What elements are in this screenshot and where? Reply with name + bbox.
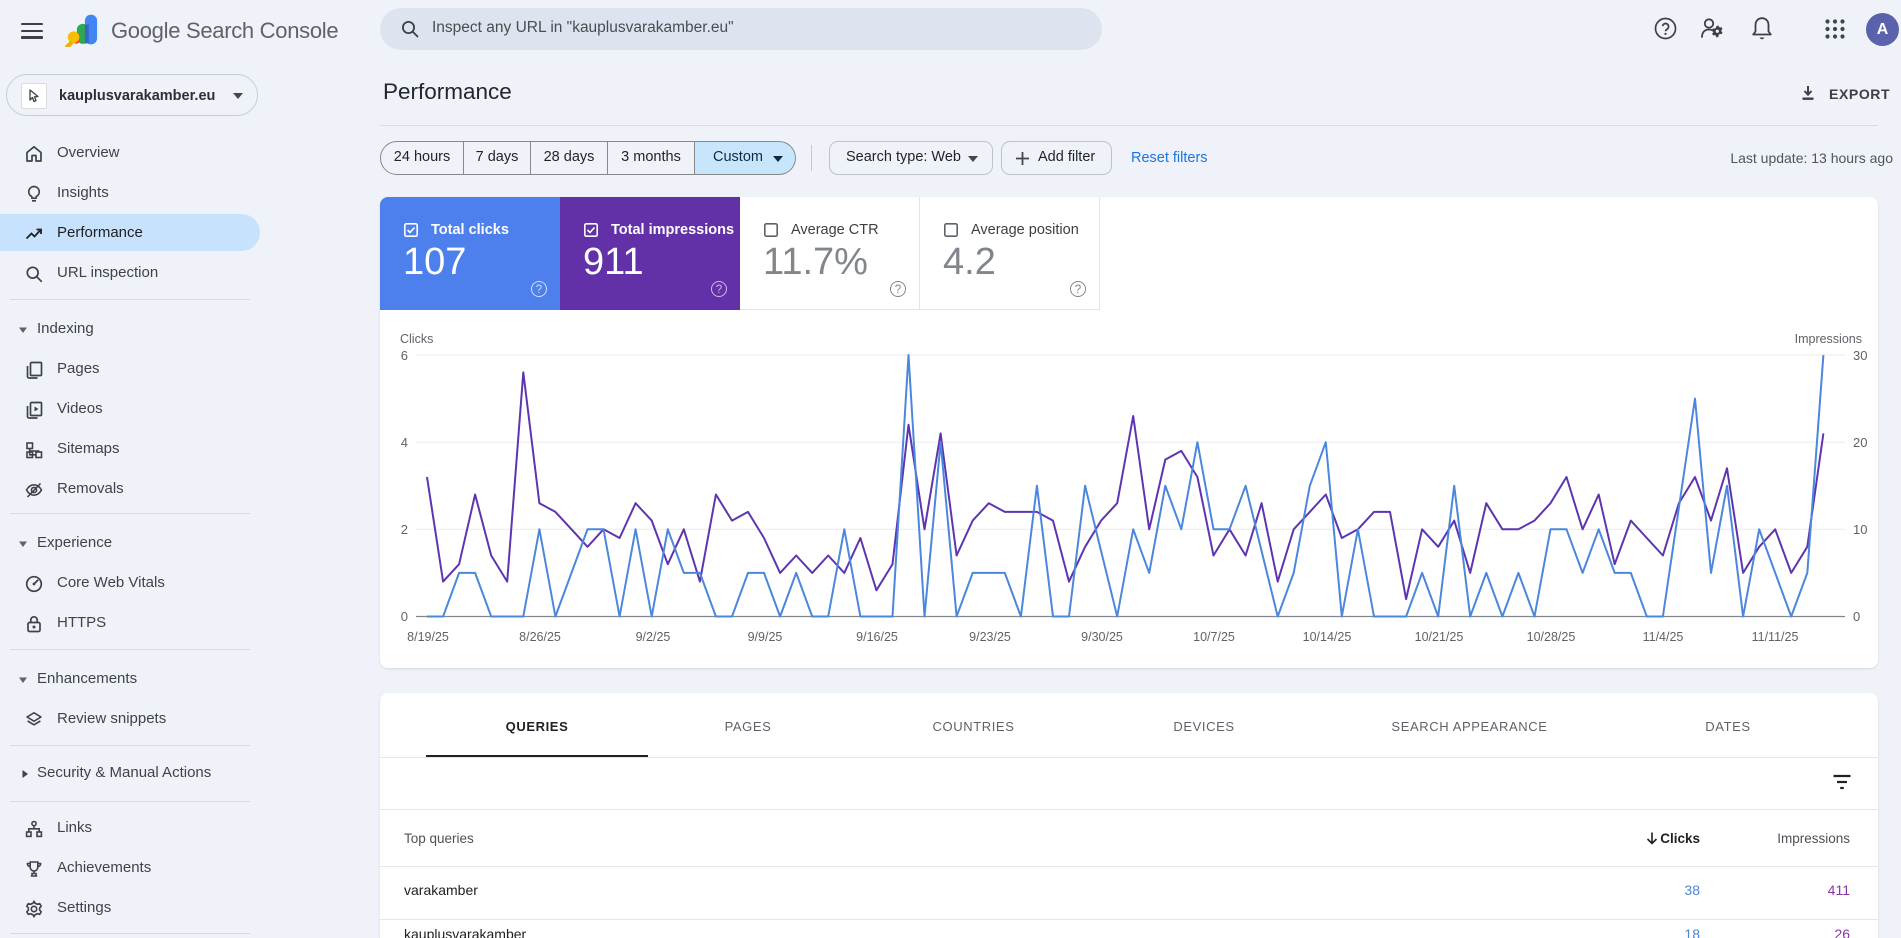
- svg-text:4: 4: [401, 435, 408, 450]
- svg-text:2: 2: [401, 522, 408, 537]
- svg-text:20: 20: [1853, 435, 1867, 450]
- svg-text:11/11/25: 11/11/25: [1752, 630, 1799, 644]
- svg-text:10/14/25: 10/14/25: [1303, 630, 1352, 644]
- svg-text:0: 0: [401, 609, 408, 624]
- svg-text:Clicks: Clicks: [400, 332, 433, 346]
- svg-text:8/19/25: 8/19/25: [407, 630, 449, 644]
- svg-text:10/7/25: 10/7/25: [1193, 630, 1235, 644]
- svg-text:8/26/25: 8/26/25: [519, 630, 561, 644]
- svg-text:9/9/25: 9/9/25: [748, 630, 783, 644]
- svg-text:10: 10: [1853, 522, 1867, 537]
- svg-text:10/21/25: 10/21/25: [1415, 630, 1464, 644]
- svg-text:0: 0: [1853, 609, 1860, 624]
- svg-text:9/2/25: 9/2/25: [636, 630, 671, 644]
- svg-text:10/28/25: 10/28/25: [1527, 630, 1576, 644]
- svg-text:Impressions: Impressions: [1795, 332, 1862, 346]
- svg-text:9/23/25: 9/23/25: [969, 630, 1011, 644]
- svg-text:9/30/25: 9/30/25: [1081, 630, 1123, 644]
- svg-text:11/4/25: 11/4/25: [1643, 630, 1684, 644]
- svg-text:6: 6: [401, 348, 408, 363]
- svg-text:30: 30: [1853, 348, 1867, 363]
- svg-text:9/16/25: 9/16/25: [856, 630, 898, 644]
